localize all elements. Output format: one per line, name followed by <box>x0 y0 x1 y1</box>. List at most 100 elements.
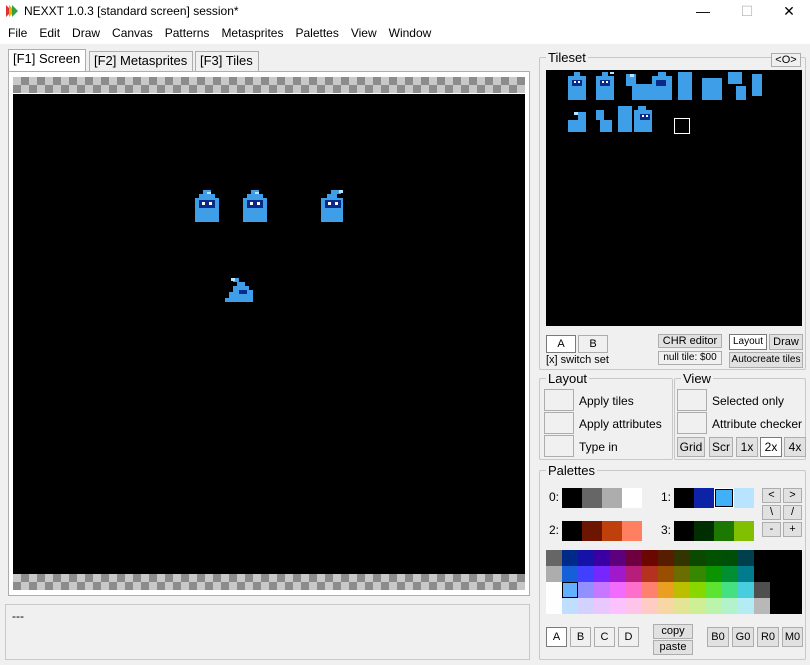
palette-swatch[interactable] <box>734 521 754 541</box>
master-palette-swatch[interactable] <box>674 598 690 614</box>
tileset-grid[interactable] <box>546 70 802 326</box>
master-palette-swatch[interactable] <box>578 598 594 614</box>
palette-backslash-button[interactable]: \ <box>762 505 781 520</box>
master-palette-swatch[interactable] <box>754 582 770 598</box>
master-palette-swatch[interactable] <box>754 550 770 566</box>
master-palette-swatch[interactable] <box>786 598 802 614</box>
master-palette-swatch[interactable] <box>770 598 786 614</box>
master-palette-swatch[interactable] <box>562 598 578 614</box>
master-palette-swatch[interactable] <box>642 582 658 598</box>
master-palette-swatch[interactable] <box>706 582 722 598</box>
master-palette-swatch[interactable] <box>706 566 722 582</box>
master-palette-swatch[interactable] <box>562 566 578 582</box>
master-palette-swatch[interactable] <box>546 598 562 614</box>
zoom-1x-button[interactable]: 1x <box>736 437 758 457</box>
master-palette-swatch[interactable] <box>770 550 786 566</box>
master-palette-swatch[interactable] <box>578 566 594 582</box>
palette-next-button[interactable]: > <box>783 488 802 503</box>
palette-swatch[interactable] <box>714 488 734 508</box>
master-palette-swatch[interactable] <box>738 566 754 582</box>
draw-mode-button[interactable]: Draw <box>769 334 803 350</box>
master-palette-swatch[interactable] <box>738 582 754 598</box>
palette-swatch[interactable] <box>582 521 602 541</box>
type-in-toggle[interactable] <box>544 435 574 457</box>
master-palette-swatch[interactable] <box>578 550 594 566</box>
palette-copy-button[interactable]: copy <box>653 624 693 639</box>
layout-mode-button[interactable]: Layout <box>729 334 767 350</box>
tileset-toggle-button[interactable]: <O> <box>771 53 801 67</box>
palette-r0-button[interactable]: R0 <box>757 627 779 647</box>
master-palette-swatch[interactable] <box>626 598 642 614</box>
switch-set-label[interactable]: [x] switch set <box>546 354 609 366</box>
master-palette-swatch[interactable] <box>786 582 802 598</box>
zoom-4x-button[interactable]: 4x <box>784 437 806 457</box>
palette-swatch[interactable] <box>622 521 642 541</box>
master-palette-swatch[interactable] <box>642 598 658 614</box>
menu-draw[interactable]: Draw <box>66 24 106 43</box>
palette-set-a-button[interactable]: A <box>546 627 567 647</box>
master-palette-swatch[interactable] <box>722 598 738 614</box>
master-palette-swatch[interactable] <box>594 550 610 566</box>
master-palette-swatch[interactable] <box>690 550 706 566</box>
menu-file[interactable]: File <box>2 24 33 43</box>
menu-view[interactable]: View <box>345 24 383 43</box>
palette-swatch[interactable] <box>714 521 734 541</box>
menu-canvas[interactable]: Canvas <box>106 24 159 43</box>
master-palette-swatch[interactable] <box>642 566 658 582</box>
palette-set-c-button[interactable]: C <box>594 627 615 647</box>
palette-swatch[interactable] <box>562 488 582 508</box>
palette-plus-button[interactable]: + <box>783 522 802 537</box>
master-palette-swatch[interactable] <box>658 582 674 598</box>
master-palette-swatch[interactable] <box>578 582 594 598</box>
palette-set-b-button[interactable]: B <box>570 627 591 647</box>
master-palette-swatch[interactable] <box>546 550 562 566</box>
screen-canvas[interactable] <box>13 94 525 574</box>
chr-editor-button[interactable]: CHR editor <box>658 334 722 348</box>
palette-minus-button[interactable]: - <box>762 522 781 537</box>
apply-tiles-toggle[interactable] <box>544 389 574 411</box>
master-palette-swatch[interactable] <box>770 582 786 598</box>
palette-m0-button[interactable]: M0 <box>782 627 803 647</box>
master-palette-swatch[interactable] <box>722 550 738 566</box>
grid-button[interactable]: Grid <box>677 437 705 457</box>
master-palette-swatch[interactable] <box>674 582 690 598</box>
palette-swatch[interactable] <box>674 521 694 541</box>
master-palette-swatch[interactable] <box>738 550 754 566</box>
master-palette-swatch[interactable] <box>610 550 626 566</box>
master-palette-swatch[interactable] <box>658 566 674 582</box>
palette-prev-button[interactable]: < <box>762 488 781 503</box>
palette-g0-button[interactable]: G0 <box>732 627 754 647</box>
master-palette-swatch[interactable] <box>642 550 658 566</box>
master-palette-swatch[interactable] <box>562 550 578 566</box>
master-palette-swatch[interactable] <box>626 582 642 598</box>
scr-button[interactable]: Scr <box>709 437 733 457</box>
tab-screen[interactable]: [F1] Screen <box>8 49 86 71</box>
master-palette-swatch[interactable] <box>674 566 690 582</box>
minimize-button[interactable]: — <box>680 0 726 24</box>
master-palette-swatch[interactable] <box>658 550 674 566</box>
master-palette-swatch[interactable] <box>738 598 754 614</box>
palette-swatch[interactable] <box>694 521 714 541</box>
palette-swatch[interactable] <box>602 488 622 508</box>
close-button[interactable]: ✕ <box>766 0 810 24</box>
master-palette-swatch[interactable] <box>770 566 786 582</box>
master-palette-swatch[interactable] <box>626 550 642 566</box>
menu-palettes[interactable]: Palettes <box>289 24 344 43</box>
master-palette-swatch[interactable] <box>546 582 562 598</box>
master-palette-swatch[interactable] <box>690 582 706 598</box>
master-palette-swatch[interactable] <box>754 566 770 582</box>
master-palette-swatch[interactable] <box>754 598 770 614</box>
master-palette-swatch[interactable] <box>786 550 802 566</box>
palette-slash-button[interactable]: / <box>783 505 802 520</box>
master-palette-swatch[interactable] <box>690 598 706 614</box>
maximize-button[interactable]: ☐ <box>724 0 770 24</box>
palette-swatch[interactable] <box>562 521 582 541</box>
master-palette-swatch[interactable] <box>722 566 738 582</box>
palette-swatch[interactable] <box>602 521 622 541</box>
palette-set-d-button[interactable]: D <box>618 627 639 647</box>
palette-paste-button[interactable]: paste <box>653 640 693 655</box>
master-palette-swatch[interactable] <box>658 598 674 614</box>
master-palette-swatch[interactable] <box>706 550 722 566</box>
tab-tiles[interactable]: [F3] Tiles <box>195 51 259 71</box>
autocreate-tiles-button[interactable]: Autocreate tiles <box>729 352 803 368</box>
